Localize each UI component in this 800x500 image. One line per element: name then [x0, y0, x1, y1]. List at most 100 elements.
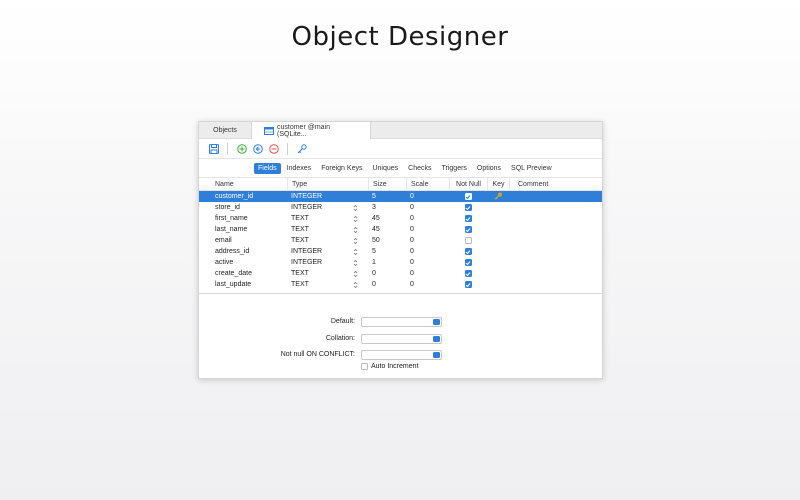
primary-key-button[interactable] [295, 142, 308, 155]
default-select[interactable] [361, 316, 442, 327]
key-cell[interactable] [487, 268, 509, 279]
column-header-size[interactable]: Size [368, 178, 406, 190]
on-conflict-select[interactable] [361, 349, 442, 360]
field-scale-cell[interactable]: 0 [406, 268, 449, 279]
not-null-checkbox[interactable] [464, 215, 472, 222]
tab-objects[interactable]: Objects [199, 122, 251, 139]
field-type-cell[interactable]: TEXT [287, 235, 368, 246]
not-null-checkbox[interactable] [464, 226, 472, 233]
field-name-cell[interactable]: store_id [199, 202, 287, 213]
insert-field-button[interactable] [251, 142, 264, 155]
not-null-checkbox[interactable] [464, 204, 472, 211]
column-header-name[interactable]: Name [199, 178, 287, 190]
field-size-cell[interactable]: 5 [368, 191, 406, 202]
add-field-button[interactable] [235, 142, 248, 155]
save-button[interactable] [207, 142, 220, 155]
column-header-comment[interactable]: Comment [509, 178, 602, 190]
type-stepper-icon[interactable] [353, 224, 358, 235]
type-stepper-icon[interactable] [353, 257, 358, 268]
field-type-cell[interactable]: INTEGER [287, 202, 368, 213]
column-header-not-null[interactable]: Not Null [449, 178, 487, 190]
table-row[interactable]: create_date TEXT 0 0 [199, 268, 602, 279]
subtab-indexes[interactable]: Indexes [283, 163, 316, 174]
table-row[interactable]: last_update TEXT 0 0 [199, 279, 602, 290]
field-size-cell[interactable]: 5 [368, 246, 406, 257]
comment-cell[interactable] [509, 279, 602, 290]
subtab-uniques[interactable]: Uniques [368, 163, 402, 174]
not-null-checkbox[interactable] [464, 193, 472, 200]
field-size-cell[interactable]: 45 [368, 224, 406, 235]
field-type-cell[interactable]: TEXT [287, 279, 368, 290]
field-name-cell[interactable]: address_id [199, 246, 287, 257]
field-type-cell[interactable]: TEXT [287, 268, 368, 279]
type-stepper-icon[interactable] [353, 213, 358, 224]
table-row[interactable]: customer_id INTEGER 5 0 [199, 191, 602, 202]
field-size-cell[interactable]: 3 [368, 202, 406, 213]
key-cell[interactable] [487, 202, 509, 213]
field-size-cell[interactable]: 45 [368, 213, 406, 224]
subtab-fields[interactable]: Fields [254, 162, 281, 174]
comment-cell[interactable] [509, 257, 602, 268]
not-null-checkbox[interactable] [464, 237, 472, 244]
field-size-cell[interactable]: 1 [368, 257, 406, 268]
table-row[interactable]: email TEXT 50 0 [199, 235, 602, 246]
field-size-cell[interactable]: 50 [368, 235, 406, 246]
comment-cell[interactable] [509, 235, 602, 246]
field-scale-cell[interactable]: 0 [406, 213, 449, 224]
field-type-cell[interactable]: INTEGER [287, 191, 368, 202]
key-cell[interactable] [487, 257, 509, 268]
table-row[interactable]: store_id INTEGER 3 0 [199, 202, 602, 213]
type-stepper-icon[interactable] [353, 202, 358, 213]
comment-cell[interactable] [509, 224, 602, 235]
field-name-cell[interactable]: last_update [199, 279, 287, 290]
key-cell[interactable] [487, 235, 509, 246]
key-cell[interactable] [487, 213, 509, 224]
not-null-checkbox[interactable] [464, 270, 472, 277]
type-stepper-icon[interactable] [353, 279, 358, 290]
collation-select[interactable] [361, 333, 442, 344]
column-header-scale[interactable]: Scale [406, 178, 449, 190]
table-row[interactable]: first_name TEXT 45 0 [199, 213, 602, 224]
key-cell[interactable] [487, 279, 509, 290]
field-name-cell[interactable]: last_name [199, 224, 287, 235]
delete-field-button[interactable] [267, 142, 280, 155]
field-scale-cell[interactable]: 0 [406, 246, 449, 257]
field-name-cell[interactable]: customer_id [199, 191, 287, 202]
tab-customer-table[interactable]: customer @main (SQLite... [251, 122, 371, 139]
key-cell[interactable] [487, 191, 509, 202]
column-header-key[interactable]: Key [487, 178, 509, 190]
subtab-sql-preview[interactable]: SQL Preview [507, 163, 556, 174]
not-null-checkbox[interactable] [464, 281, 472, 288]
field-scale-cell[interactable]: 0 [406, 257, 449, 268]
subtab-foreign-keys[interactable]: Foreign Keys [317, 163, 366, 174]
field-scale-cell[interactable]: 0 [406, 202, 449, 213]
field-name-cell[interactable]: email [199, 235, 287, 246]
comment-cell[interactable] [509, 191, 602, 202]
key-cell[interactable] [487, 224, 509, 235]
field-size-cell[interactable]: 0 [368, 268, 406, 279]
field-name-cell[interactable]: active [199, 257, 287, 268]
field-type-cell[interactable]: INTEGER [287, 246, 368, 257]
subtab-options[interactable]: Options [473, 163, 505, 174]
field-name-cell[interactable]: create_date [199, 268, 287, 279]
type-stepper-icon[interactable] [353, 246, 358, 257]
field-scale-cell[interactable]: 0 [406, 279, 449, 290]
field-type-cell[interactable]: INTEGER [287, 257, 368, 268]
field-scale-cell[interactable]: 0 [406, 235, 449, 246]
key-cell[interactable] [487, 246, 509, 257]
subtab-triggers[interactable]: Triggers [438, 163, 471, 174]
field-type-cell[interactable]: TEXT [287, 224, 368, 235]
table-row[interactable]: address_id INTEGER 5 0 [199, 246, 602, 257]
field-size-cell[interactable]: 0 [368, 279, 406, 290]
not-null-checkbox[interactable] [464, 259, 472, 266]
field-name-cell[interactable]: first_name [199, 213, 287, 224]
subtab-checks[interactable]: Checks [404, 163, 435, 174]
comment-cell[interactable] [509, 213, 602, 224]
auto-increment-checkbox[interactable] [361, 363, 368, 370]
table-row[interactable]: active INTEGER 1 0 [199, 257, 602, 268]
comment-cell[interactable] [509, 202, 602, 213]
type-stepper-icon[interactable] [353, 235, 358, 246]
field-type-cell[interactable]: TEXT [287, 213, 368, 224]
column-header-type[interactable]: Type [287, 178, 368, 190]
comment-cell[interactable] [509, 268, 602, 279]
